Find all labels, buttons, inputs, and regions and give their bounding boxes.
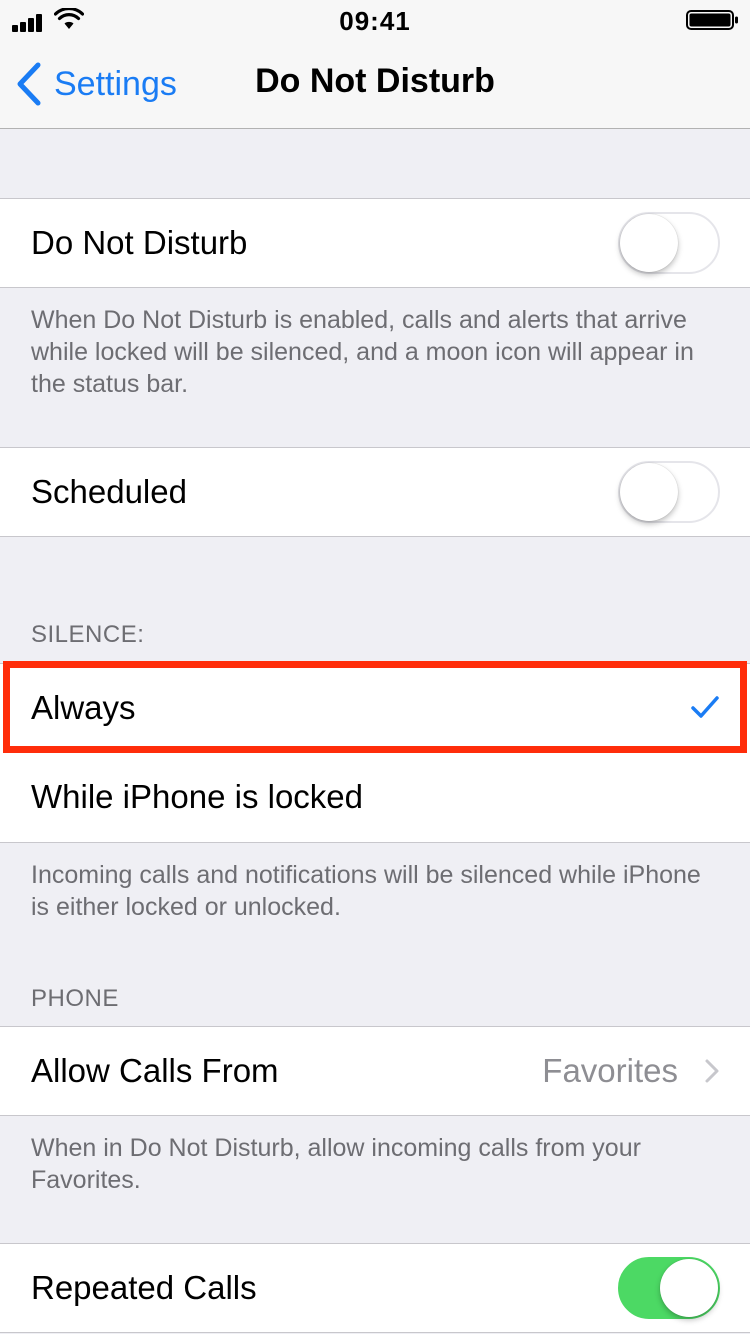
silence-section-header: SILENCE: [31,621,145,648]
option-label: While iPhone is locked [31,778,363,815]
highlight-annotation [3,661,747,753]
toggle-knob [620,214,678,272]
silence-footer: Incoming calls and notifications will be… [31,861,701,921]
toggle-knob [660,1259,718,1317]
scheduled-toggle[interactable] [618,461,720,523]
phone-footer: When in Do Not Disturb, allow incoming c… [31,1134,641,1194]
chevron-right-icon [705,1059,719,1083]
status-bar: 09:41 [0,0,750,40]
dnd-label: Do Not Disturb [31,224,248,261]
page-title: Do Not Disturb [255,62,495,100]
dnd-row: Do Not Disturb [0,198,750,288]
battery-icon [686,10,738,30]
dnd-toggle[interactable] [618,212,720,274]
navigation-bar: Settings Do Not Disturb [0,40,750,129]
repeated-calls-label: Repeated Calls [31,1269,257,1306]
toggle-knob [620,463,678,521]
status-time: 09:41 [339,6,411,36]
allow-calls-value: Favorites [542,1052,678,1089]
phone-section-header: PHONE [31,985,119,1012]
allow-calls-label: Allow Calls From [31,1052,279,1089]
dnd-footer: When Do Not Disturb is enabled, calls an… [31,306,694,398]
scheduled-row: Scheduled [0,447,750,537]
allow-calls-from-row[interactable]: Allow Calls From Favorites [0,1026,750,1116]
repeated-calls-toggle[interactable] [618,1257,720,1319]
silence-option-locked[interactable]: While iPhone is locked [0,753,750,843]
repeated-calls-row: Repeated Calls [0,1243,750,1333]
scheduled-label: Scheduled [31,473,187,510]
